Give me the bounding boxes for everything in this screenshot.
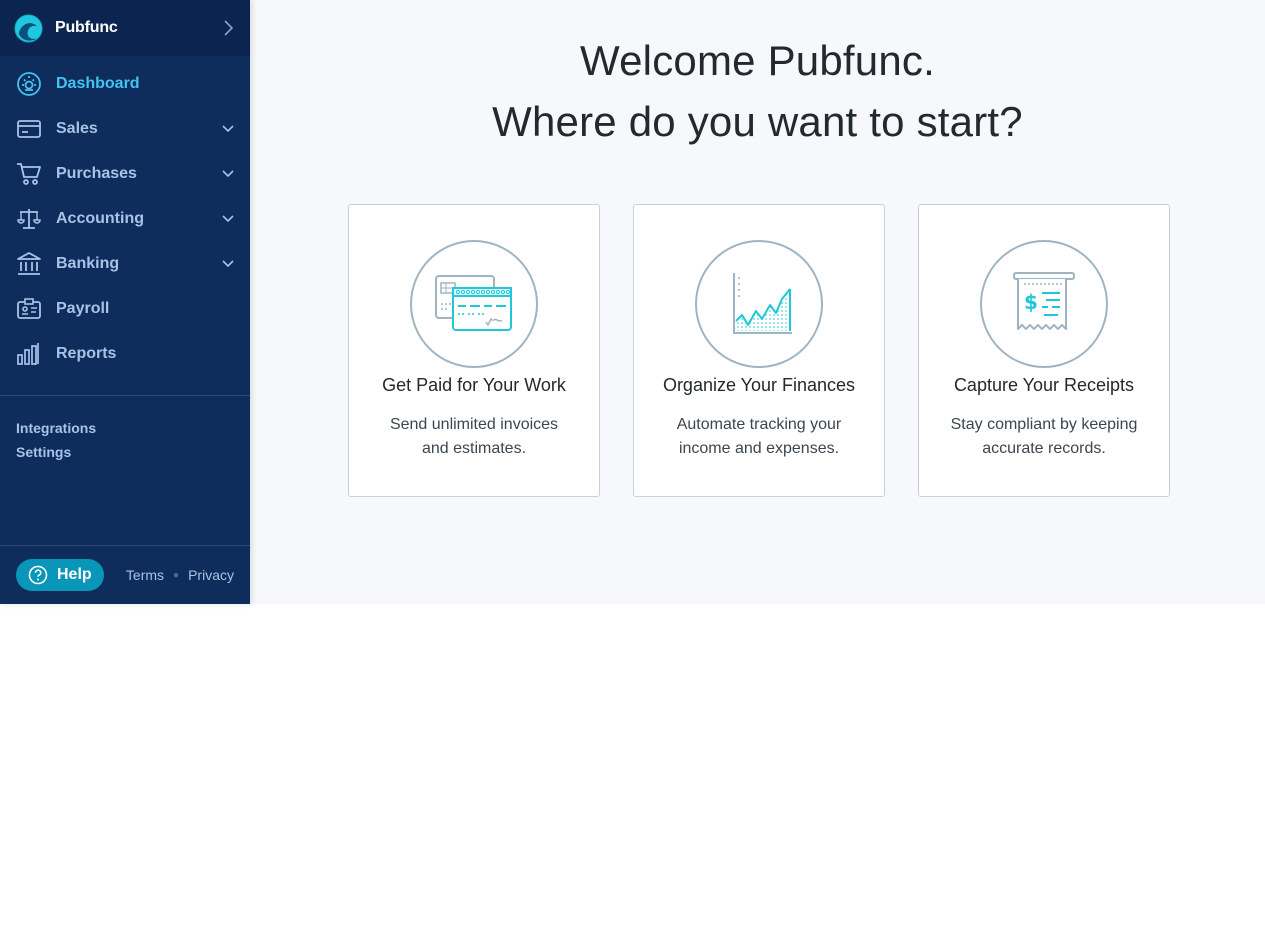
sidebar-item-banking[interactable]: Banking [0,241,250,286]
help-button[interactable]: Help [16,559,104,591]
settings-link[interactable]: Settings [16,443,96,467]
chevron-down-icon [222,170,234,178]
card-title: Organize Your Finances [662,375,856,395]
card-description: Stay compliant by keeping accurate recor… [950,416,1138,457]
sidebar-secondary-links: Integrations Settings [16,419,96,467]
sidebar-item-label: Dashboard [56,74,140,92]
question-circle-icon [28,565,48,585]
welcome-line-1: Welcome Pubfunc. [580,37,935,84]
app: Pubfunc Dashboard Sales Purchases Accoun… [0,0,1265,604]
chevron-down-icon [222,260,234,268]
credit-card-icon [16,116,42,142]
bar-chart-icon [16,341,42,367]
card-title: Capture Your Receipts [953,375,1135,395]
sidebar-nav: Dashboard Sales Purchases Accounting Ban… [0,56,250,376]
brand-logo-icon [14,13,43,43]
sidebar-item-purchases[interactable]: Purchases [0,151,250,196]
svg-text:$: $ [1024,290,1038,314]
terms-link[interactable]: Terms [126,567,164,583]
sidebar-item-label: Reports [56,344,117,362]
invoice-icon [410,240,538,368]
welcome-heading: Welcome Pubfunc. Where do you want to st… [250,30,1265,152]
scale-icon [16,206,42,232]
receipt-icon: $ [980,240,1108,368]
brand-bar[interactable]: Pubfunc [0,0,250,56]
id-badge-icon [16,296,42,322]
brand-name: Pubfunc [55,19,118,36]
sidebar: Pubfunc Dashboard Sales Purchases Accoun… [0,0,250,604]
card-description: Send unlimited invoices and estimates. [389,416,559,457]
sidebar-item-accounting[interactable]: Accounting [0,196,250,241]
main-content: Welcome Pubfunc. Where do you want to st… [250,0,1265,604]
chart-icon [695,240,823,368]
cart-icon [16,161,42,187]
card-get-paid[interactable]: Get Paid for Your Work Send unlimited in… [348,204,600,497]
card-title: Get Paid for Your Work [382,375,566,395]
sidebar-item-dashboard[interactable]: Dashboard [0,61,250,106]
footer-separator: ● [173,569,180,581]
sidebar-item-reports[interactable]: Reports [0,331,250,376]
sidebar-divider [0,545,250,546]
privacy-link[interactable]: Privacy [188,567,234,583]
card-description: Automate tracking your income and expens… [676,416,842,457]
chevron-down-icon [222,215,234,223]
sidebar-item-label: Banking [56,254,120,272]
integrations-link[interactable]: Integrations [16,419,96,443]
dashboard-icon [16,71,42,97]
card-capture-receipts[interactable]: $ Capture Your Receipts Stay compliant b… [918,204,1170,497]
welcome-line-2: Where do you want to start? [492,98,1023,145]
sidebar-item-label: Purchases [56,164,137,182]
chevron-down-icon [222,125,234,133]
sidebar-item-payroll[interactable]: Payroll [0,286,250,331]
sidebar-item-sales[interactable]: Sales [0,106,250,151]
sidebar-item-label: Payroll [56,299,110,317]
start-options: Get Paid for Your Work Send unlimited in… [348,204,1170,497]
help-label: Help [57,566,92,583]
card-organize-finances[interactable]: Organize Your Finances Automate tracking… [633,204,885,497]
chevron-right-icon[interactable] [222,19,234,37]
sidebar-footer: Help Terms ● Privacy [16,559,234,591]
footer-links: Terms ● Privacy [126,567,234,583]
sidebar-divider [0,395,250,396]
sidebar-item-label: Sales [56,119,98,137]
bank-icon [16,251,42,277]
sidebar-item-label: Accounting [56,209,144,227]
